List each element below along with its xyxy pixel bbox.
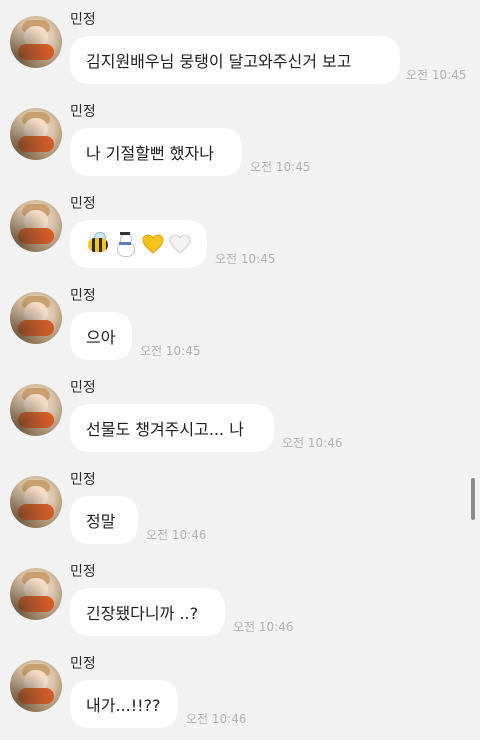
sender-name: 민정: [70, 472, 96, 488]
message-row: 민정 으아 오전 10:45: [0, 276, 480, 368]
message-timestamp: 오전 10:46: [233, 620, 294, 634]
message-timestamp: 오전 10:46: [146, 528, 207, 542]
message-bubble[interactable]: 으아: [70, 312, 132, 360]
emoji-message-bubble[interactable]: [70, 220, 207, 268]
avatar[interactable]: [10, 16, 62, 68]
avatar[interactable]: [10, 384, 62, 436]
yellow-heart-icon: [141, 232, 164, 256]
message-bubble[interactable]: 나 기절할뻔 했자나: [70, 128, 242, 176]
message-timestamp: 오전 10:46: [186, 712, 247, 726]
message-bubble[interactable]: 김지원배우님 뭉탱이 달고와주신거 보고: [70, 36, 400, 84]
sender-name: 민정: [70, 12, 96, 28]
message-row: 민정 선물도 챙겨주시고... 나 오전 10:46: [0, 368, 480, 460]
message-row: 민정 오전 10:45: [0, 184, 480, 276]
sender-name: 민정: [70, 380, 96, 396]
avatar[interactable]: [10, 476, 62, 528]
sender-name: 민정: [70, 104, 96, 120]
sender-name: 민정: [70, 196, 96, 212]
message-timestamp: 오전 10:45: [140, 344, 201, 358]
message-row: 민정 김지원배우님 뭉탱이 달고와주신거 보고 오전 10:45: [0, 0, 480, 92]
white-heart-icon: [168, 232, 191, 256]
message-timestamp: 오전 10:45: [406, 68, 467, 82]
avatar[interactable]: [10, 568, 62, 620]
avatar[interactable]: [10, 292, 62, 344]
message-bubble[interactable]: 내가...!!??: [70, 680, 178, 728]
message-row: 민정 내가...!!?? 오전 10:46: [0, 644, 480, 736]
message-row: 민정 긴장됐다니까 ..? 오전 10:46: [0, 552, 480, 644]
message-bubble[interactable]: 긴장됐다니까 ..?: [70, 588, 225, 636]
chat-message-list[interactable]: 민정 김지원배우님 뭉탱이 달고와주신거 보고 오전 10:45 민정 나 기절…: [0, 0, 480, 740]
snowman-icon: [113, 232, 136, 257]
avatar[interactable]: [10, 660, 62, 712]
avatar[interactable]: [10, 108, 62, 160]
message-timestamp: 오전 10:45: [215, 252, 276, 266]
avatar[interactable]: [10, 200, 62, 252]
message-bubble[interactable]: 선물도 챙겨주시고... 나: [70, 404, 274, 452]
message-row: 민정 정말 오전 10:46: [0, 460, 480, 552]
sender-name: 민정: [70, 288, 96, 304]
scrollbar-thumb[interactable]: [471, 478, 475, 520]
bee-icon: [86, 232, 109, 256]
message-timestamp: 오전 10:45: [250, 160, 311, 174]
sender-name: 민정: [70, 564, 96, 580]
message-bubble[interactable]: 정말: [70, 496, 138, 544]
message-row: 민정 나 기절할뻔 했자나 오전 10:45: [0, 92, 480, 184]
sender-name: 민정: [70, 656, 96, 672]
message-timestamp: 오전 10:46: [282, 436, 343, 450]
